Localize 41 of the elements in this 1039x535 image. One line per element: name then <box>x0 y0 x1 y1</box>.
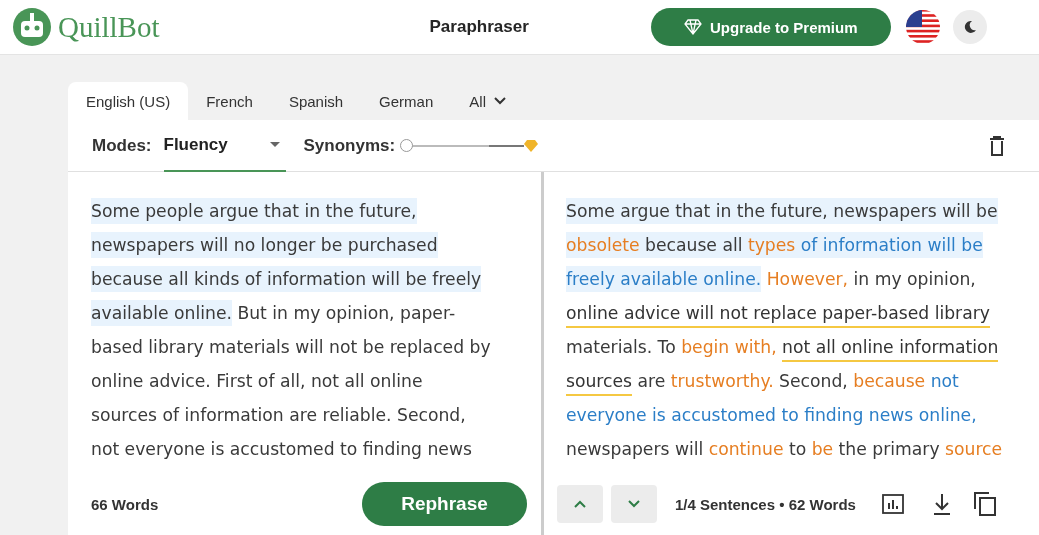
text-line: newspapers will continue to be the primary source <box>566 438 1004 461</box>
text-line: not everyone is accustomed to finding news <box>91 438 473 461</box>
language-tab[interactable]: French <box>188 82 271 120</box>
language-tab[interactable]: All <box>451 82 524 120</box>
synonyms-label: Synonyms: <box>303 135 396 156</box>
flag-icon[interactable] <box>904 9 941 45</box>
trash-icon[interactable] <box>989 135 1005 156</box>
chevron-up-icon <box>574 500 586 508</box>
bar-chart-icon[interactable] <box>881 494 904 514</box>
synonyms-slider[interactable] <box>399 137 540 154</box>
page-title: Paraphraser <box>429 17 529 37</box>
caret-icon <box>269 141 280 148</box>
modes-label: Modes: <box>92 135 152 156</box>
language-tab[interactable]: German <box>361 82 452 120</box>
text-line: everyone is accustomed to finding news online, <box>566 404 978 427</box>
text-line: online advice will not replace paper-based library <box>566 296 1039 330</box>
language-tab[interactable]: Spanish <box>270 82 362 120</box>
upgrade-button[interactable]: Upgrade to Premium <box>650 8 891 46</box>
text-line: freely available online. However, in my opinion, <box>566 262 1039 296</box>
text-line: sources of information are reliable. Second, <box>91 404 467 427</box>
sentence-stats: 1/4 Sentences • 62 Words <box>675 495 856 513</box>
diamond-icon <box>524 139 539 152</box>
diamond-icon <box>684 19 702 35</box>
moon-icon <box>962 20 977 34</box>
text-line: sources are trustworthy. Second, because not <box>566 364 1039 398</box>
text-line: based library materials will not be replaced by <box>91 336 492 359</box>
chevron-down-icon <box>493 97 506 105</box>
brand-name[interactable]: QuillBot <box>58 10 160 44</box>
download-icon[interactable] <box>931 493 952 515</box>
text-line: available online. But in my opinion, paper- <box>91 296 541 330</box>
robot-logo-icon <box>12 7 52 47</box>
text-line: materials. To begin with, not all online information <box>566 330 1039 364</box>
text-line: obsolete because all types of information will be <box>566 228 1039 262</box>
language-tab[interactable]: English (US) <box>68 82 189 120</box>
dark-mode-button[interactable] <box>952 10 987 44</box>
chevron-down-icon <box>628 500 640 508</box>
word-count: 66 Words <box>91 495 159 513</box>
slider-thumb[interactable] <box>400 138 414 152</box>
rephrase-button[interactable]: Rephrase <box>362 482 527 526</box>
copy-icon[interactable] <box>973 492 996 516</box>
text-line: online advice. First of all, not all online <box>91 370 424 393</box>
